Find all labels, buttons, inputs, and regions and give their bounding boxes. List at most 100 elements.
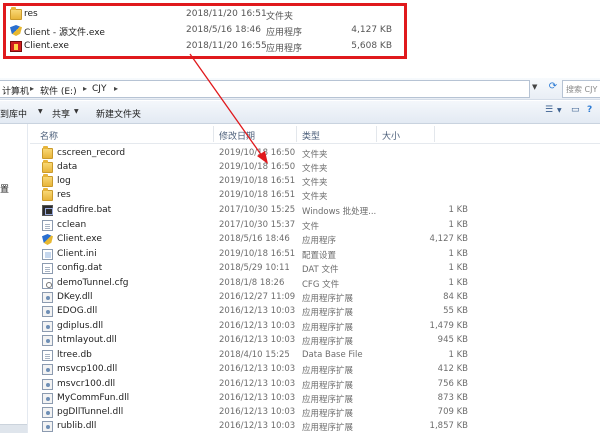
- chevron-down-icon[interactable]: ▼: [74, 108, 79, 115]
- file-type: 配置设置: [302, 251, 337, 261]
- dll-file-icon: [42, 306, 53, 317]
- file-name: data: [57, 162, 78, 172]
- folder-icon: [42, 174, 53, 187]
- refresh-icon[interactable]: ⟳: [546, 81, 560, 95]
- scrollbar-thumb[interactable]: [0, 424, 27, 433]
- file-date: 2018/5/16 18:46: [186, 25, 261, 35]
- folder-icon: [10, 7, 22, 20]
- file-row[interactable]: cscreen_record 2019/10/18 16:50 文件夹: [38, 146, 468, 161]
- include-in-library-button[interactable]: 到库中: [0, 107, 27, 120]
- file-name: config.dat: [57, 263, 103, 273]
- file-name: Client.exe: [24, 41, 69, 51]
- share-button[interactable]: 共享: [52, 107, 70, 120]
- zoom-row-client-exe[interactable]: Client.exe 2018/11/20 16:55 应用程序 5,608 K…: [10, 39, 400, 54]
- file-name: msvcp100.dll: [57, 364, 118, 374]
- nav-item[interactable]: 置: [0, 182, 9, 195]
- file-date: 2016/12/13 10:03: [219, 364, 296, 374]
- column-divider[interactable]: [213, 126, 214, 142]
- breadcrumb-drive[interactable]: 软件 (E:): [40, 84, 77, 97]
- file-row[interactable]: pgDllTunnel.dll 2016/12/13 10:03 应用程序扩展 709…: [38, 406, 468, 420]
- file-name: htmlayout.dll: [57, 335, 117, 345]
- file-name: rublib.dll: [57, 421, 97, 431]
- file-row[interactable]: data 2019/10/18 16:50 文件夹: [38, 160, 468, 175]
- file-icon: [42, 263, 53, 274]
- column-header-type[interactable]: 类型: [302, 129, 320, 142]
- file-size: 873 KB: [437, 393, 468, 403]
- chevron-down-icon[interactable]: ▼: [557, 107, 562, 114]
- new-folder-button[interactable]: 新建文件夹: [96, 107, 141, 120]
- file-row[interactable]: msvcp100.dll 2016/12/13 10:03 应用程序扩展 412 KB: [38, 363, 468, 377]
- file-size: 1 KB: [448, 249, 468, 259]
- file-row[interactable]: gdiplus.dll 2016/12/13 10:03 应用程序扩展 1,479 K…: [38, 320, 468, 334]
- file-row[interactable]: Client.ini 2019/10/18 16:51 配置设置 1 KB: [38, 248, 468, 262]
- file-date: 2016/12/13 10:03: [219, 335, 296, 345]
- file-row[interactable]: msvcr100.dll 2016/12/13 10:03 应用程序扩展 756 KB: [38, 378, 468, 392]
- file-date: 2019/10/18 16:51: [219, 249, 296, 259]
- file-row[interactable]: rublib.dll 2016/12/13 10:03 应用程序扩展 1,857 KB: [38, 420, 468, 433]
- help-icon[interactable]: ?: [587, 105, 592, 115]
- file-row[interactable]: res 2019/10/18 16:51 文件夹: [38, 188, 468, 203]
- column-header-date[interactable]: 修改日期: [219, 129, 255, 142]
- file-date: 2018/4/10 15:25: [219, 350, 290, 360]
- file-size: 1 KB: [448, 278, 468, 288]
- file-size: 1 KB: [448, 205, 468, 215]
- breadcrumb-separator-icon[interactable]: ▸: [114, 84, 118, 93]
- file-name: Client.exe: [57, 234, 102, 244]
- chevron-down-icon[interactable]: ▼: [38, 108, 43, 115]
- file-row[interactable]: htmlayout.dll 2016/12/13 10:03 应用程序扩展 945 K…: [38, 334, 468, 348]
- file-row[interactable]: log 2019/10/18 16:51 文件夹: [38, 174, 468, 189]
- file-size: 4,127 KB: [351, 25, 392, 35]
- file-date: 2019/10/18 16:50: [219, 148, 296, 158]
- file-date: 2016/12/13 10:03: [219, 407, 296, 417]
- file-row[interactable]: MyCommFun.dll 2016/12/13 10:03 应用程序扩展 873 K…: [38, 392, 468, 406]
- breadcrumb-separator-icon[interactable]: ▸: [30, 84, 34, 93]
- preview-pane-icon[interactable]: ▭: [571, 105, 580, 115]
- file-name: msvcr100.dll: [57, 379, 116, 389]
- file-name: Client.ini: [57, 249, 97, 259]
- column-header-size[interactable]: 大小: [382, 129, 400, 142]
- breadcrumb-folder[interactable]: CJY: [92, 84, 106, 94]
- file-name: res: [57, 190, 71, 200]
- file-date: 2016/12/13 10:03: [219, 421, 296, 431]
- folder-icon: [42, 188, 53, 201]
- column-divider[interactable]: [376, 126, 377, 142]
- view-options-icon[interactable]: ☰: [545, 105, 553, 115]
- zoom-row-res[interactable]: res 2018/11/20 16:51 文件夹: [10, 7, 400, 22]
- breadcrumb-separator-icon[interactable]: ▸: [83, 84, 87, 93]
- file-row[interactable]: Client.exe 2018/5/16 18:46 应用程序 4,127 KB: [38, 233, 468, 247]
- search-input[interactable]: 搜索 CJY: [562, 80, 600, 98]
- dll-file-icon: [42, 393, 53, 404]
- file-row[interactable]: caddfire.bat 2017/10/30 15:25 Windows 批处理.…: [38, 204, 468, 218]
- file-row[interactable]: demoTunnel.cfg 2018/1/8 18:26 CFG 文件 1 KB: [38, 277, 468, 291]
- column-header-name[interactable]: 名称: [40, 129, 58, 142]
- shield-exe-icon: [42, 234, 53, 245]
- file-row[interactable]: config.dat 2018/5/29 10:11 DAT 文件 1 KB: [38, 262, 468, 276]
- dll-file-icon: [42, 292, 53, 303]
- file-name: MyCommFun.dll: [57, 393, 130, 403]
- address-breadcrumb[interactable]: 计算机 ▸ 软件 (E:) ▸ CJY ▸: [0, 80, 530, 98]
- file-size: 709 KB: [437, 407, 468, 417]
- file-size: 1,479 KB: [429, 321, 468, 331]
- file-size: 1 KB: [448, 220, 468, 230]
- zoom-row-client-source[interactable]: Client - 源文件.exe 2018/5/16 18:46 应用程序 4,…: [10, 23, 400, 38]
- file-size: 4,127 KB: [429, 234, 468, 244]
- file-name: pgDllTunnel.dll: [57, 407, 124, 417]
- file-row[interactable]: DKey.dll 2016/12/27 11:09 应用程序扩展 84 KB: [38, 291, 468, 305]
- file-name: cclean: [57, 220, 87, 230]
- address-bar: 计算机 ▸ 软件 (E:) ▸ CJY ▸ ▼ ⟳ 搜索 CJY: [0, 78, 600, 100]
- file-date: 2016/12/13 10:03: [219, 393, 296, 403]
- file-size: 412 KB: [437, 364, 468, 374]
- breadcrumb-computer[interactable]: 计算机: [2, 84, 29, 97]
- file-row[interactable]: EDOG.dll 2016/12/13 10:03 应用程序扩展 55 KB: [38, 305, 468, 319]
- file-type: 应用程序扩展: [302, 423, 354, 433]
- file-type: 文件: [302, 222, 320, 232]
- chevron-down-icon[interactable]: ▼: [532, 83, 537, 91]
- column-divider[interactable]: [296, 126, 297, 142]
- column-divider[interactable]: [434, 126, 435, 142]
- file-size: 945 KB: [437, 335, 468, 345]
- file-row[interactable]: ltree.db 2018/4/10 15:25 Data Base File 1 K…: [38, 349, 468, 363]
- dll-file-icon: [42, 321, 53, 332]
- file-date: 2019/10/18 16:50: [219, 162, 296, 172]
- file-date: 2017/10/30 15:25: [219, 205, 296, 215]
- file-row[interactable]: cclean 2017/10/30 15:37 文件 1 KB: [38, 219, 468, 233]
